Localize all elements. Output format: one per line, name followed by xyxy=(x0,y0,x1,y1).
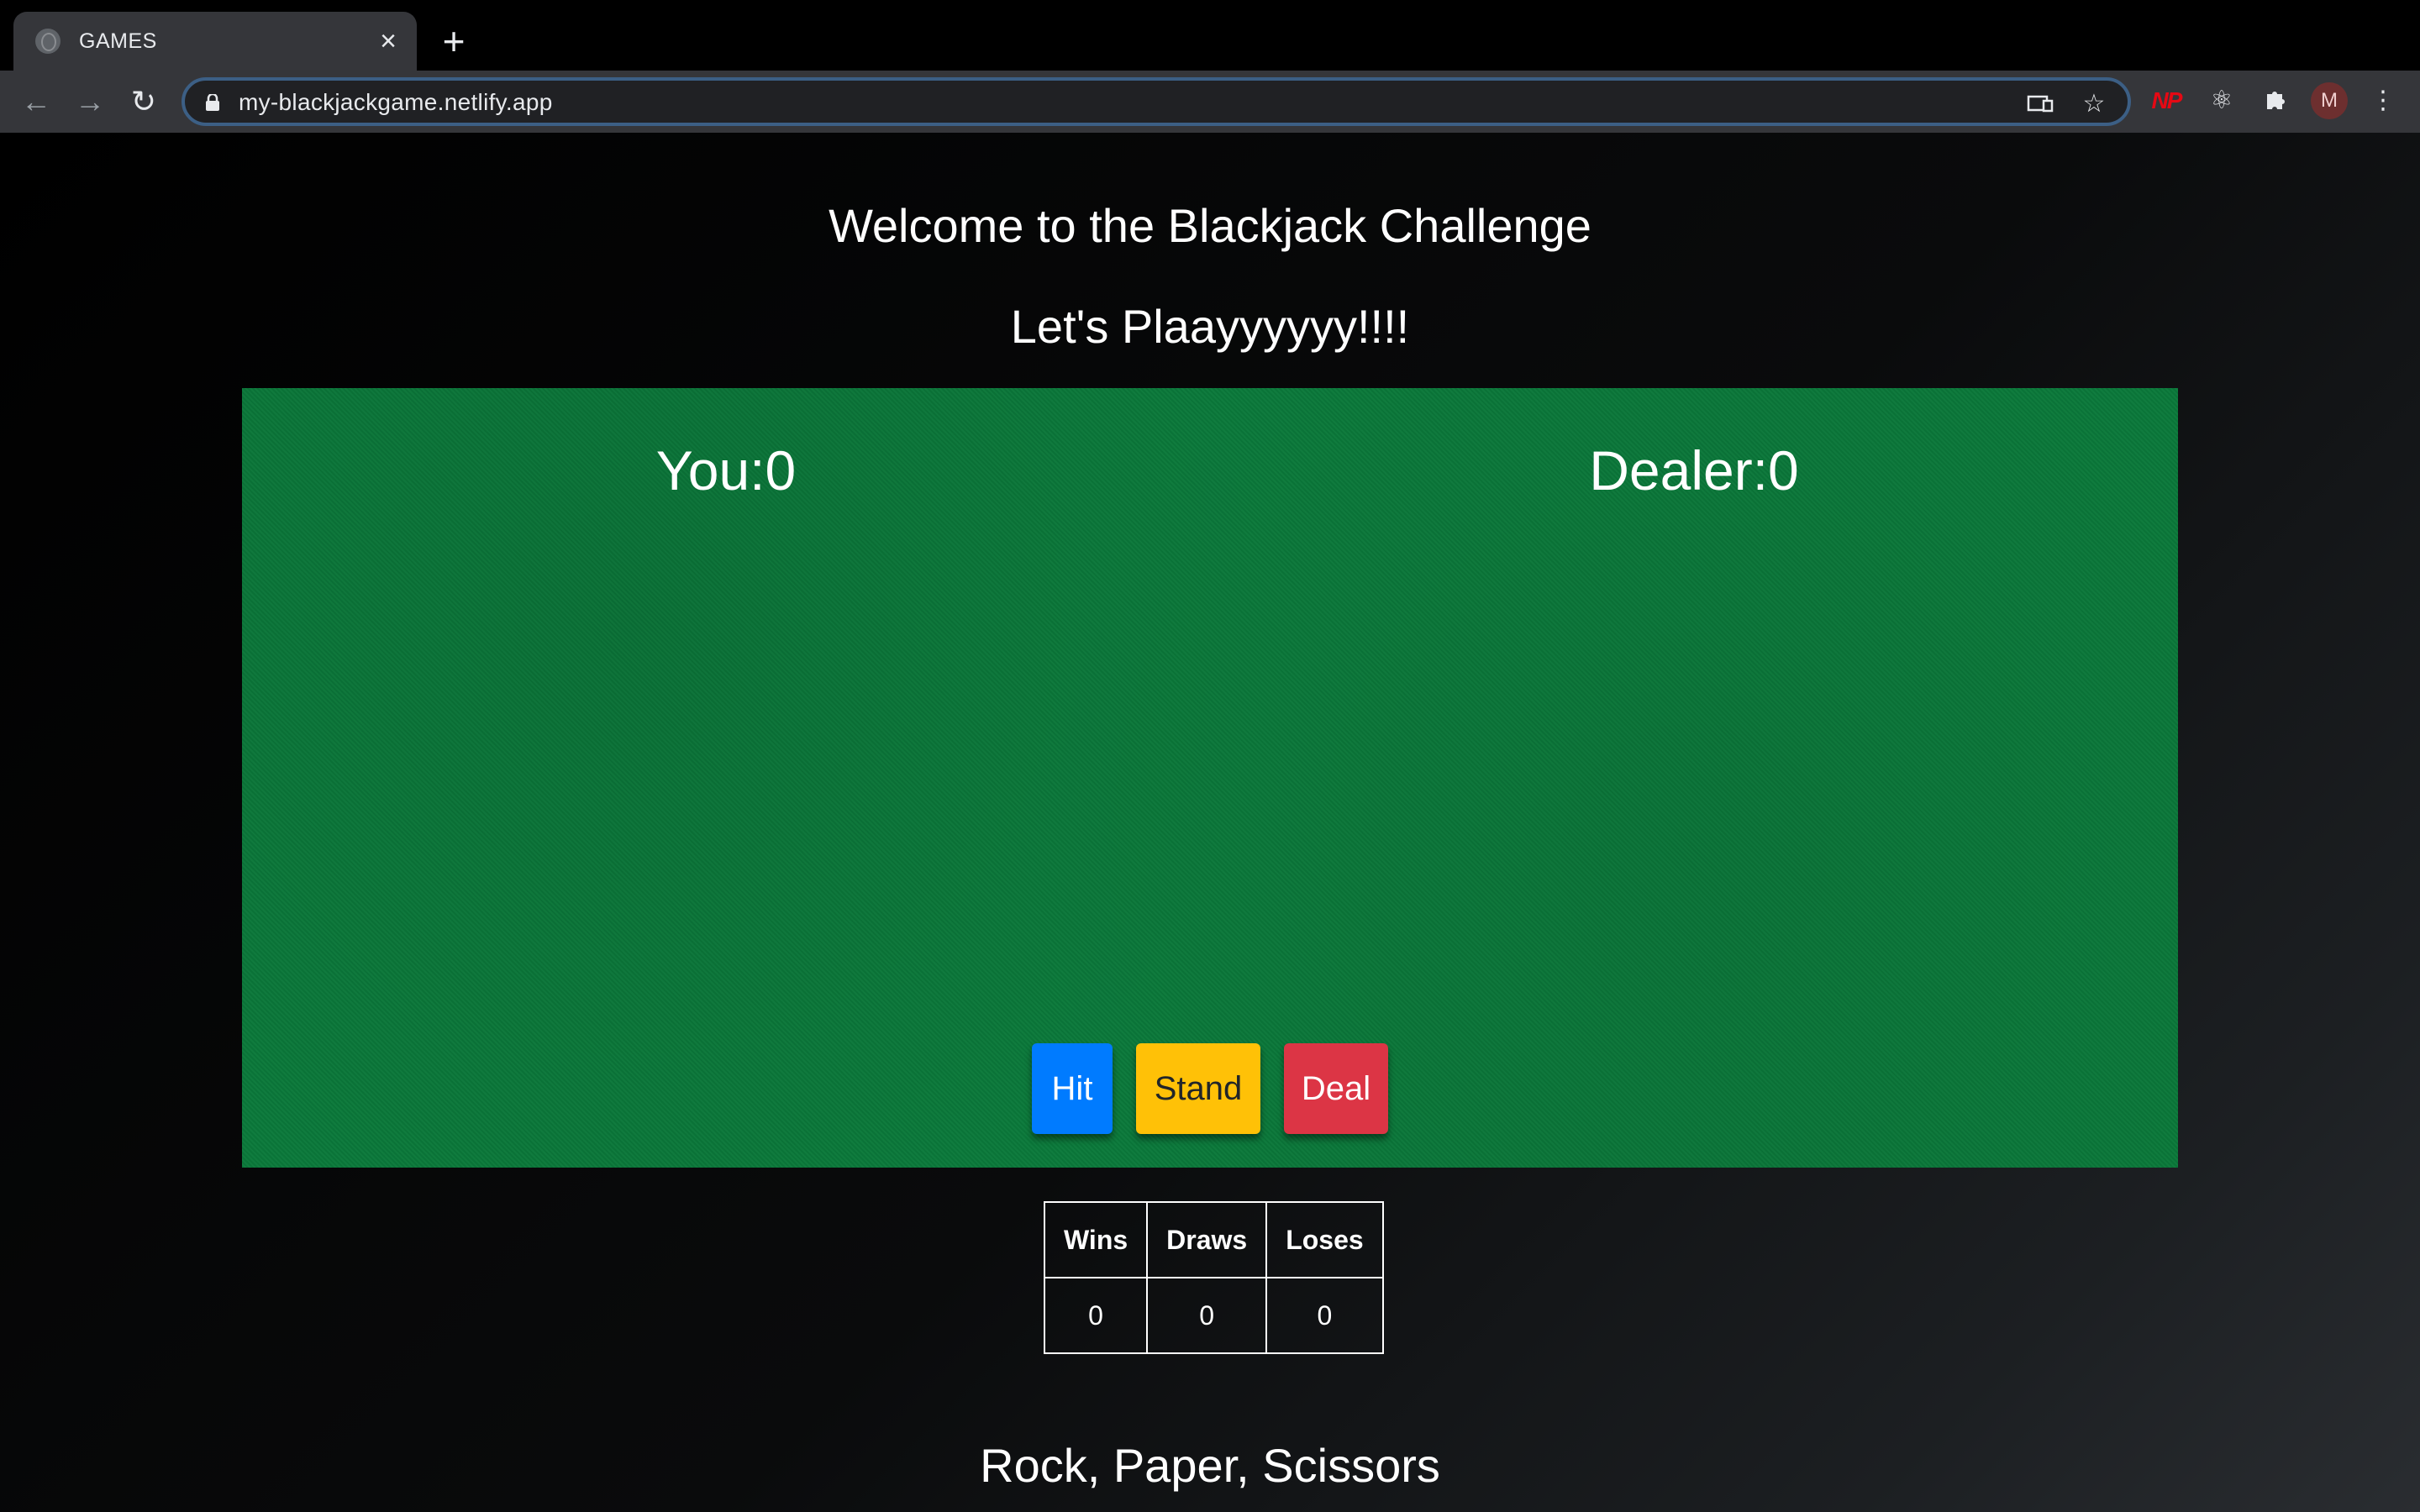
action-buttons: Hit Stand Deal xyxy=(242,1043,2178,1134)
profile-avatar[interactable]: M xyxy=(2311,82,2348,119)
rps-heading: Rock, Paper, Scissors xyxy=(980,1439,1440,1492)
draws-header: Draws xyxy=(1146,1201,1268,1278)
welcome-heading: Welcome to the Blackjack Challenge xyxy=(829,199,1591,252)
hit-button[interactable]: Hit xyxy=(1032,1043,1113,1134)
extensions-puzzle-icon[interactable] xyxy=(2257,82,2294,119)
browser-menu-icon[interactable]: ⋮ xyxy=(2365,82,2402,119)
bookmark-star-icon[interactable]: ☆ xyxy=(2079,89,2109,119)
results-value-row: 0 0 0 xyxy=(1043,1277,1384,1354)
new-tab-button[interactable]: + xyxy=(434,22,474,62)
blackjack-table: You:0 Dealer:0 Hit Stand Deal xyxy=(242,388,2178,1168)
wins-value: 0 xyxy=(1043,1277,1149,1354)
draws-value: 0 xyxy=(1146,1277,1268,1354)
lock-icon xyxy=(206,94,219,111)
results-table: Wins Draws Loses 0 0 0 xyxy=(1043,1201,1384,1354)
browser-toolbar: ← → ↻ my-blackjackgame.netlify.app ☆ xyxy=(0,71,2420,133)
play-heading: Let's Plaayyyyyy!!!! xyxy=(1010,300,1410,353)
loses-header: Loses xyxy=(1265,1201,1384,1278)
player-score: You:0 xyxy=(655,439,797,501)
react-devtools-icon[interactable]: ⚛ xyxy=(2203,82,2240,119)
dealer-score: Dealer:0 xyxy=(1589,439,1799,501)
page-content: Welcome to the Blackjack Challenge Let's… xyxy=(0,133,2420,1512)
reload-icon[interactable]: ↻ xyxy=(124,82,163,121)
loses-value: 0 xyxy=(1265,1277,1384,1354)
cast-icon[interactable] xyxy=(2025,89,2055,119)
close-tab-icon[interactable]: × xyxy=(371,24,405,58)
tab-title: GAMES xyxy=(79,29,157,53)
back-icon[interactable]: ← xyxy=(17,82,55,121)
deal-button[interactable]: Deal xyxy=(1284,1043,1388,1134)
forward-icon[interactable]: → xyxy=(71,82,109,121)
wins-header: Wins xyxy=(1043,1201,1149,1278)
browser-tab[interactable]: GAMES × xyxy=(13,12,417,71)
url-text: my-blackjackgame.netlify.app xyxy=(239,89,553,115)
stand-button[interactable]: Stand xyxy=(1136,1043,1260,1134)
tab-strip: GAMES × + xyxy=(0,0,2420,71)
results-header-row: Wins Draws Loses xyxy=(1043,1201,1384,1278)
np-extension-icon[interactable]: NP xyxy=(2148,82,2185,119)
address-bar[interactable]: my-blackjackgame.netlify.app ☆ xyxy=(182,77,2131,126)
globe-icon xyxy=(35,29,60,54)
